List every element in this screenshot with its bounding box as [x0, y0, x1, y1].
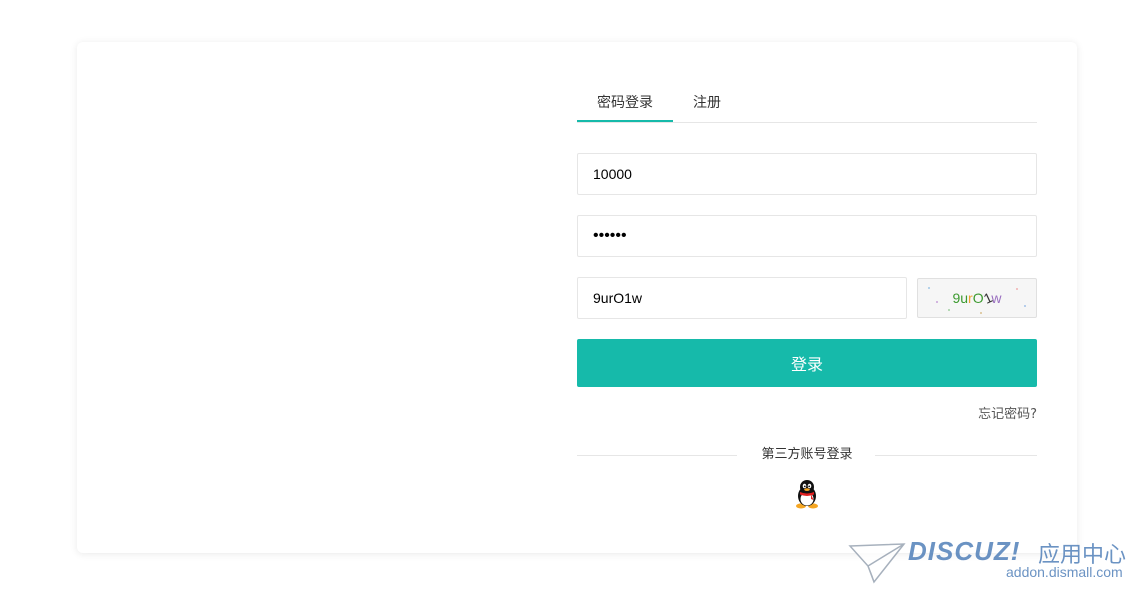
captcha-char: 9 [952, 290, 961, 306]
qq-penguin-icon[interactable] [794, 479, 820, 513]
watermark: DISCUZ! 应用中心 addon.dismall.com [848, 536, 1138, 586]
tab-password-login[interactable]: 密码登录 [577, 82, 673, 122]
forgot-password-link[interactable]: 忘记密码? [978, 407, 1037, 422]
third-party-icons [577, 479, 1037, 513]
captcha-text: 9urO1w [952, 289, 1001, 307]
third-party-divider: 第三方账号登录 [577, 445, 1037, 465]
captcha-noise-dot [936, 301, 938, 303]
tab-register[interactable]: 注册 [693, 82, 721, 122]
captcha-noise-dot [928, 287, 930, 289]
login-form: 密码登录 注册 9urO1w 登录 忘记密码? [577, 82, 1037, 513]
watermark-brand: DISCUZ! [908, 536, 1021, 566]
divider-line-right [875, 455, 1037, 456]
login-tabs: 密码登录 注册 [577, 82, 1037, 123]
captcha-row: 9urO1w [577, 277, 1037, 319]
login-button[interactable]: 登录 [577, 339, 1037, 387]
paper-plane-icon [848, 543, 906, 584]
captcha-image[interactable]: 9urO1w [917, 278, 1037, 318]
captcha-input[interactable] [577, 277, 907, 319]
username-input[interactable] [577, 153, 1037, 195]
captcha-noise-dot [1024, 305, 1026, 307]
captcha-noise-dot [948, 309, 950, 311]
captcha-noise-dot [980, 312, 982, 314]
captcha-char: u [960, 290, 969, 306]
login-card: 密码登录 注册 9urO1w 登录 忘记密码? [77, 42, 1077, 553]
watermark-url: addon.dismall.com [1006, 564, 1123, 580]
forgot-row: 忘记密码? [577, 403, 1037, 423]
captcha-noise-dot [1016, 288, 1018, 290]
page: 密码登录 注册 9urO1w 登录 忘记密码? [0, 0, 1146, 599]
password-input[interactable] [577, 215, 1037, 257]
